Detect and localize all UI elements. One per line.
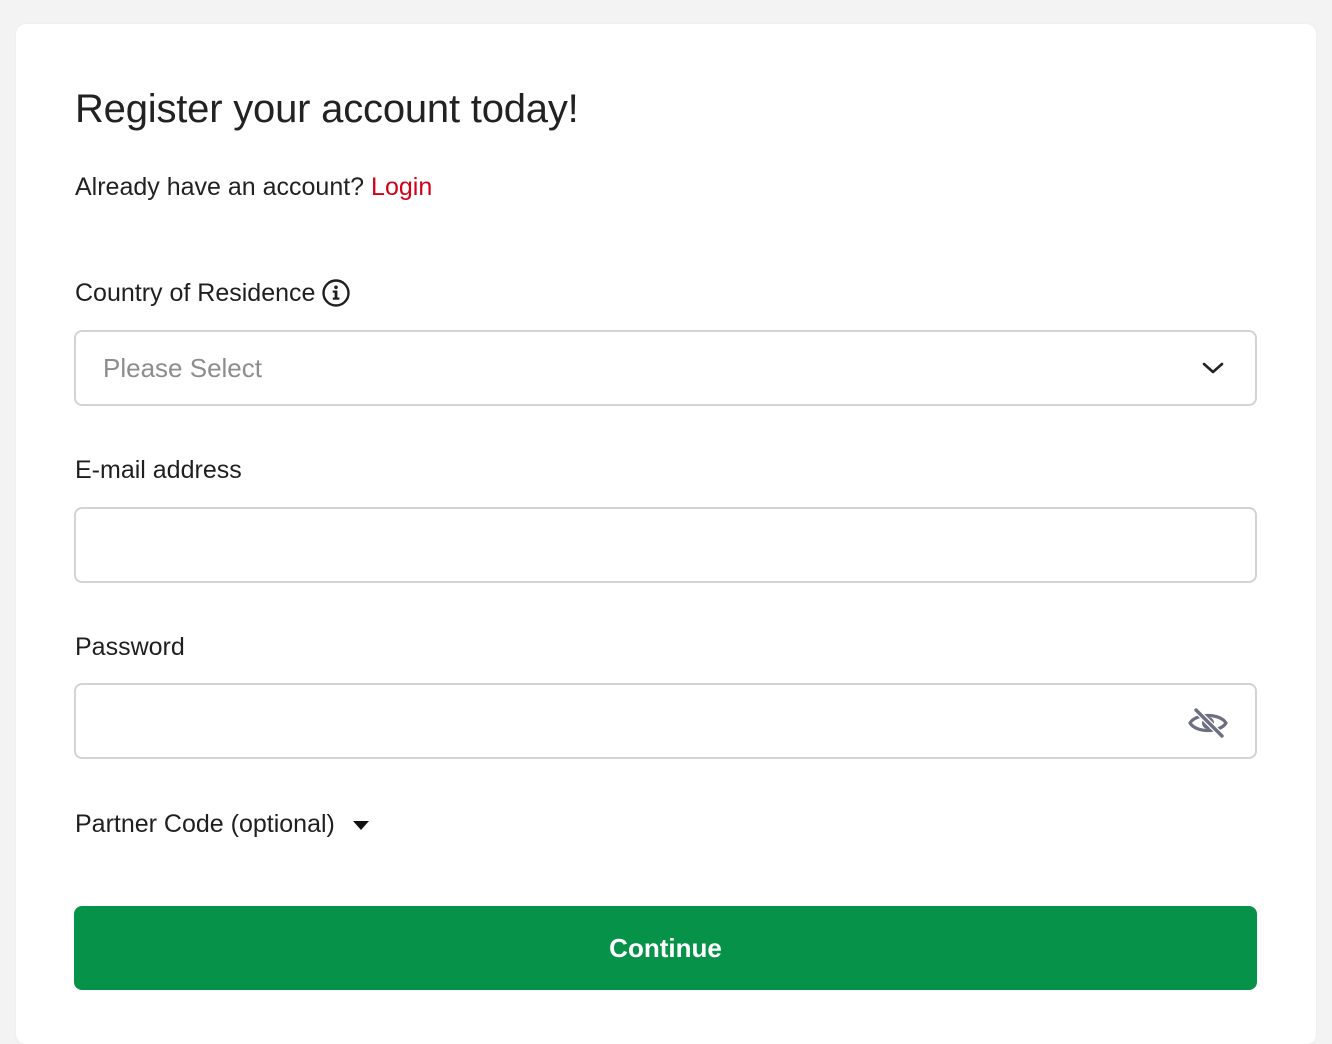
login-prompt-text: Already have an account? xyxy=(75,173,365,201)
chevron-down-icon xyxy=(1199,354,1227,382)
email-field[interactable] xyxy=(76,509,1255,581)
partner-code-toggle[interactable]: Partner Code (optional) xyxy=(75,810,371,839)
country-label: Country of Residence xyxy=(75,278,351,308)
login-link[interactable]: Login xyxy=(371,173,432,201)
password-field[interactable] xyxy=(76,685,1255,757)
email-label: E-mail address xyxy=(75,456,242,485)
page-title: Register your account today! xyxy=(75,87,579,131)
country-select-placeholder: Please Select xyxy=(103,352,262,383)
continue-button[interactable]: Continue xyxy=(74,906,1257,990)
partner-code-label: Partner Code (optional) xyxy=(75,810,335,838)
email-label-text: E-mail address xyxy=(75,456,242,484)
registration-card: Register your account today! Already hav… xyxy=(16,24,1316,1044)
login-prompt-row: Already have an account? Login xyxy=(75,173,432,202)
country-label-text: Country of Residence xyxy=(75,278,316,307)
password-label-text: Password xyxy=(75,633,185,661)
country-select[interactable]: Please Select xyxy=(74,330,1257,406)
eye-slash-icon[interactable] xyxy=(1187,703,1229,743)
password-field-wrapper xyxy=(74,683,1257,759)
info-circle-icon[interactable] xyxy=(321,278,351,308)
email-field-wrapper xyxy=(74,507,1257,583)
caret-down-icon xyxy=(351,818,371,832)
password-label: Password xyxy=(75,633,185,662)
